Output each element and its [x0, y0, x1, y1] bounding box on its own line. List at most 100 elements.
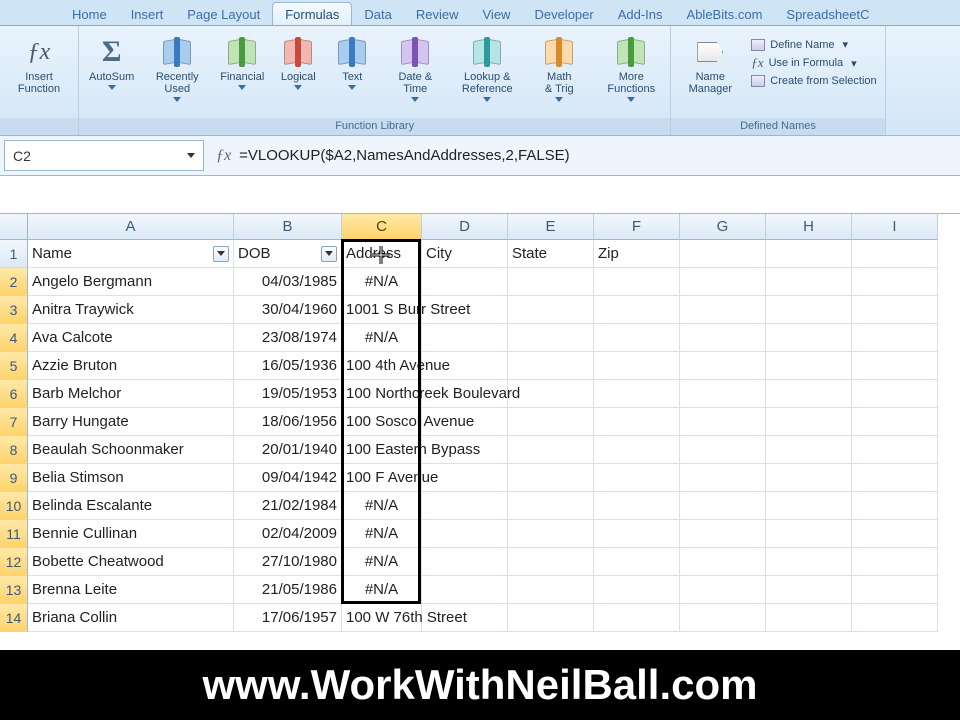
cell-I8[interactable] — [852, 436, 938, 464]
cell-G11[interactable] — [680, 520, 766, 548]
cell-B14[interactable]: 17/06/1957 — [234, 604, 342, 632]
cell-E3[interactable] — [508, 296, 594, 324]
row-header-6[interactable]: 6 — [0, 380, 28, 408]
cell-I14[interactable] — [852, 604, 938, 632]
cell-D13[interactable] — [422, 576, 508, 604]
cell-G1[interactable] — [680, 240, 766, 268]
cell-C4[interactable]: #N/A — [342, 324, 422, 352]
cell-I9[interactable] — [852, 464, 938, 492]
name-box[interactable]: C2 — [4, 140, 204, 171]
cell-C1[interactable]: Address — [342, 240, 422, 268]
tab-review[interactable]: Review — [404, 3, 471, 25]
cell-A14[interactable]: Briana Collin — [28, 604, 234, 632]
cell-G7[interactable] — [680, 408, 766, 436]
insert-function-button[interactable]: ƒx Insert Function — [6, 33, 72, 97]
cell-B1[interactable]: DOB — [234, 240, 342, 268]
column-header-A[interactable]: A — [28, 214, 234, 240]
name-manager-button[interactable]: Name Manager — [677, 33, 743, 97]
cell-E5[interactable] — [508, 352, 594, 380]
cell-F2[interactable] — [594, 268, 680, 296]
cell-B8[interactable]: 20/01/1940 — [234, 436, 342, 464]
filter-button[interactable] — [213, 246, 229, 262]
cell-H4[interactable] — [766, 324, 852, 352]
cell-D2[interactable] — [422, 268, 508, 296]
cell-I4[interactable] — [852, 324, 938, 352]
cell-A8[interactable]: Beaulah Schoonmaker — [28, 436, 234, 464]
text-button[interactable]: Text — [328, 33, 376, 92]
cell-E10[interactable] — [508, 492, 594, 520]
cell-B4[interactable]: 23/08/1974 — [234, 324, 342, 352]
cell-I2[interactable] — [852, 268, 938, 296]
cell-I7[interactable] — [852, 408, 938, 436]
column-header-F[interactable]: F — [594, 214, 680, 240]
cell-F4[interactable] — [594, 324, 680, 352]
cell-A2[interactable]: Angelo Bergmann — [28, 268, 234, 296]
cell-H9[interactable] — [766, 464, 852, 492]
cell-F8[interactable] — [594, 436, 680, 464]
cell-I11[interactable] — [852, 520, 938, 548]
cell-I6[interactable] — [852, 380, 938, 408]
cell-E7[interactable] — [508, 408, 594, 436]
tab-add-ins[interactable]: Add-Ins — [606, 3, 675, 25]
cell-D4[interactable] — [422, 324, 508, 352]
select-all-corner[interactable] — [0, 214, 28, 240]
row-header-14[interactable]: 14 — [0, 604, 28, 632]
cell-C13[interactable]: #N/A — [342, 576, 422, 604]
create-from-selection-button[interactable]: Create from Selection — [749, 74, 878, 88]
cell-E1[interactable]: State — [508, 240, 594, 268]
cell-E2[interactable] — [508, 268, 594, 296]
cell-B7[interactable]: 18/06/1956 — [234, 408, 342, 436]
cell-E9[interactable] — [508, 464, 594, 492]
row-header-5[interactable]: 5 — [0, 352, 28, 380]
cell-B10[interactable]: 21/02/1984 — [234, 492, 342, 520]
cell-A10[interactable]: Belinda Escalante — [28, 492, 234, 520]
cell-F6[interactable] — [594, 380, 680, 408]
cell-C6[interactable]: 100 Northcreek Boulevard — [342, 380, 422, 408]
cell-G10[interactable] — [680, 492, 766, 520]
cell-A9[interactable]: Belia Stimson — [28, 464, 234, 492]
use-in-formula-button[interactable]: ƒxUse in Formula▾ — [749, 54, 878, 72]
cell-I13[interactable] — [852, 576, 938, 604]
worksheet[interactable]: ABCDEFGHI1NameDOBAddressCityStateZip2Ang… — [0, 214, 960, 632]
cell-C8[interactable]: 100 Eastern Bypass — [342, 436, 422, 464]
cell-C9[interactable]: 100 F Avenue — [342, 464, 422, 492]
row-header-4[interactable]: 4 — [0, 324, 28, 352]
cell-F12[interactable] — [594, 548, 680, 576]
math-trig-button[interactable]: Math & Trig — [526, 33, 592, 104]
cell-C3[interactable]: 1001 S Burr Street — [342, 296, 422, 324]
cell-G3[interactable] — [680, 296, 766, 324]
tab-spreadsheetc[interactable]: SpreadsheetC — [774, 3, 881, 25]
more-functions-button[interactable]: More Functions — [598, 33, 664, 104]
cell-D1[interactable]: City — [422, 240, 508, 268]
cell-I10[interactable] — [852, 492, 938, 520]
cell-C10[interactable]: #N/A — [342, 492, 422, 520]
column-header-H[interactable]: H — [766, 214, 852, 240]
cell-H11[interactable] — [766, 520, 852, 548]
column-header-B[interactable]: B — [234, 214, 342, 240]
cell-E4[interactable] — [508, 324, 594, 352]
cell-H8[interactable] — [766, 436, 852, 464]
tab-formulas[interactable]: Formulas — [272, 2, 352, 25]
recently-used-button[interactable]: Recently Used — [144, 33, 210, 104]
cell-C2[interactable]: #N/A — [342, 268, 422, 296]
row-header-9[interactable]: 9 — [0, 464, 28, 492]
tab-data[interactable]: Data — [352, 3, 403, 25]
cell-G5[interactable] — [680, 352, 766, 380]
cell-H6[interactable] — [766, 380, 852, 408]
cell-I5[interactable] — [852, 352, 938, 380]
cell-H5[interactable] — [766, 352, 852, 380]
cell-H7[interactable] — [766, 408, 852, 436]
cell-C5[interactable]: 100 4th Avenue — [342, 352, 422, 380]
cell-C11[interactable]: #N/A — [342, 520, 422, 548]
cell-C12[interactable]: #N/A — [342, 548, 422, 576]
cell-G14[interactable] — [680, 604, 766, 632]
cell-F9[interactable] — [594, 464, 680, 492]
row-header-3[interactable]: 3 — [0, 296, 28, 324]
cell-G6[interactable] — [680, 380, 766, 408]
tab-view[interactable]: View — [471, 3, 523, 25]
cell-H2[interactable] — [766, 268, 852, 296]
cell-B12[interactable]: 27/10/1980 — [234, 548, 342, 576]
cell-A4[interactable]: Ava Calcote — [28, 324, 234, 352]
cell-D12[interactable] — [422, 548, 508, 576]
cell-H10[interactable] — [766, 492, 852, 520]
